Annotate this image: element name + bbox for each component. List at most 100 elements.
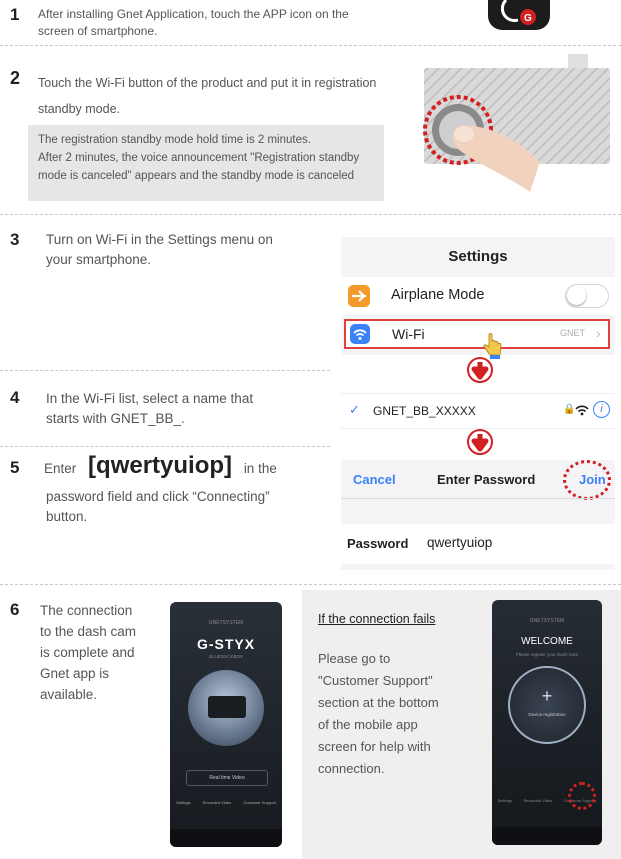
note-line-3: mode is canceled" appears and the standb… xyxy=(38,170,355,182)
app-subtitle: BLUEDUCKBOX xyxy=(208,654,243,659)
separator xyxy=(0,446,330,447)
ios-settings-panel: Settings Airplane Mode Wi-Fi GNET › xyxy=(341,237,615,359)
android-nav-bar xyxy=(170,829,282,847)
info-icon[interactable]: i xyxy=(593,401,610,418)
airplane-toggle[interactable] xyxy=(565,284,609,308)
fail-text: Please go to "Customer Support" section … xyxy=(318,648,439,780)
join-button[interactable]: Join xyxy=(579,472,606,487)
app-header: GNETSYSTEM xyxy=(208,620,244,626)
step-2-number: 2 xyxy=(10,68,21,88)
step-6-text: The connection to the dash cam is comple… xyxy=(40,600,136,705)
step-1-line-2: screen of smartphone. xyxy=(38,24,158,38)
step-5-number: 5 xyxy=(10,458,20,477)
step-6-line-4: Gnet app is xyxy=(40,666,110,681)
device-registration-button[interactable]: + Device registration xyxy=(508,666,586,744)
step-5-pre: Enter xyxy=(44,461,77,476)
connection-fail-box: If the connection fails Please go to "Cu… xyxy=(302,590,621,859)
step-4-line-1: In the Wi-Fi list, select a name that xyxy=(46,391,254,406)
step-5-post: in the xyxy=(243,461,277,476)
gnet-welcome-screen: GNETSYSTEM WELCOME Please register your … xyxy=(492,600,602,845)
network-name: GNET_BB_XXXXX xyxy=(373,404,476,418)
settings-title: Settings xyxy=(341,237,615,278)
nav-recorded-video[interactable]: Recorded Video xyxy=(524,798,553,803)
step-4-number: 4 xyxy=(10,388,20,407)
step-1-line-1: After installing Gnet Application, touch… xyxy=(38,7,349,21)
airplane-label: Airplane Mode xyxy=(391,287,485,303)
wifi-row[interactable]: Wi-Fi GNET › xyxy=(344,319,610,349)
wifi-signal-icon xyxy=(575,403,589,417)
password-input[interactable]: qwertyuiop xyxy=(427,535,492,550)
step-4-text: In the Wi-Fi list, select a name that st… xyxy=(46,389,253,429)
dashcam-device-illustration xyxy=(420,52,615,202)
fail-title: If the connection fails xyxy=(318,612,436,626)
nav-settings[interactable]: Settings xyxy=(176,800,190,805)
step-5-line-1: password field and click “Connecting” xyxy=(46,489,270,504)
fail-line-2: "Customer Support" xyxy=(318,673,433,688)
step-2-line-2: standby mode. xyxy=(38,102,120,116)
chevron-right-icon: › xyxy=(596,325,601,341)
airplane-icon xyxy=(348,285,370,307)
step-1-text: After installing Gnet Application, touch… xyxy=(38,6,349,40)
enter-password-panel: Cancel Enter Password Join Password qwer… xyxy=(341,460,615,570)
fail-line-6: connection. xyxy=(318,761,385,776)
step-3-line-1: Turn on Wi-Fi in the Settings menu on xyxy=(46,232,273,247)
dashcam-product-image xyxy=(188,670,264,746)
step-5-first-line: Enter [qwertyuiop] in the xyxy=(44,452,277,480)
wifi-icon xyxy=(350,324,370,344)
hand-pointer-icon xyxy=(481,331,505,359)
device-registration-label: Device registration xyxy=(528,712,566,717)
svg-text:G: G xyxy=(524,13,532,24)
separator xyxy=(0,45,621,46)
step-3-line-2: your smartphone. xyxy=(46,252,152,267)
step-3-text: Turn on Wi-Fi in the Settings menu on yo… xyxy=(46,230,273,270)
arrow-down-icon xyxy=(467,429,493,455)
nav-customer-support[interactable]: Customer Support xyxy=(243,800,275,805)
nav-recorded-video[interactable]: Recorded Video xyxy=(203,800,232,805)
cancel-button[interactable]: Cancel xyxy=(353,472,396,487)
step-3-number: 3 xyxy=(10,230,20,249)
step-2-line-1: Touch the Wi-Fi button of the product an… xyxy=(38,76,377,90)
arrow-down-icon xyxy=(467,357,493,383)
note-line-2: After 2 minutes, the voice announcement … xyxy=(38,152,360,164)
plus-icon: + xyxy=(541,686,553,706)
step-5-line-2: button. xyxy=(46,509,88,524)
bottom-nav: Settings Recorded Video Customer Support xyxy=(170,800,282,805)
nav-settings[interactable]: Settings xyxy=(498,798,512,803)
fail-line-5: screen for help with xyxy=(318,739,431,754)
step-6-line-2: to the dash cam xyxy=(40,624,137,639)
app-brand: G-STYX xyxy=(196,636,256,652)
separator xyxy=(0,214,621,215)
password-field-row[interactable]: Password qwertyuiop xyxy=(341,524,615,564)
step-1-number: 1 xyxy=(10,5,20,24)
wifi-current-network: GNET xyxy=(560,328,586,338)
step-4-line-2: starts with GNET_BB_. xyxy=(46,411,185,426)
password-hint: [qwertyuiop] xyxy=(88,452,233,479)
separator xyxy=(0,370,330,371)
checkmark-icon: ✓ xyxy=(349,402,360,417)
standby-note: The registration standby mode hold time … xyxy=(28,125,384,201)
fail-line-4: of the mobile app xyxy=(318,717,418,732)
welcome-title: WELCOME xyxy=(521,636,573,647)
customer-support-highlight xyxy=(568,782,596,810)
wifi-label: Wi-Fi xyxy=(392,326,425,342)
enter-password-title: Enter Password xyxy=(437,472,536,487)
step-6-line-5: available. xyxy=(40,687,98,702)
airplane-mode-row[interactable]: Airplane Mode xyxy=(341,277,615,315)
step-6-line-3: is complete and xyxy=(40,645,135,660)
wifi-network-row[interactable]: ✓ GNET_BB_XXXXX 🔒 i xyxy=(341,393,615,429)
app-header: GNETSYSTEM xyxy=(529,618,565,624)
fail-line-3: section at the bottom xyxy=(318,695,439,710)
step-6-number: 6 xyxy=(10,600,20,619)
welcome-subtitle: Please register your Dash Cam xyxy=(515,652,579,657)
real-time-video-button[interactable]: Real time Video xyxy=(186,770,268,786)
step-2-text: Touch the Wi-Fi button of the product an… xyxy=(38,70,376,122)
fail-line-1: Please go to xyxy=(318,651,391,666)
gnet-home-screen: GNETSYSTEM G-STYX BLUEDUCKBOX Real time … xyxy=(170,602,282,847)
password-label: Password xyxy=(347,536,409,551)
note-line-1: The registration standby mode hold time … xyxy=(38,134,311,146)
step-6-line-1: The connection xyxy=(40,603,133,618)
separator xyxy=(0,584,621,585)
android-nav-bar xyxy=(492,827,602,845)
step-5-text: password field and click “Connecting” bu… xyxy=(46,487,270,527)
gnet-app-icon: G xyxy=(488,0,550,30)
